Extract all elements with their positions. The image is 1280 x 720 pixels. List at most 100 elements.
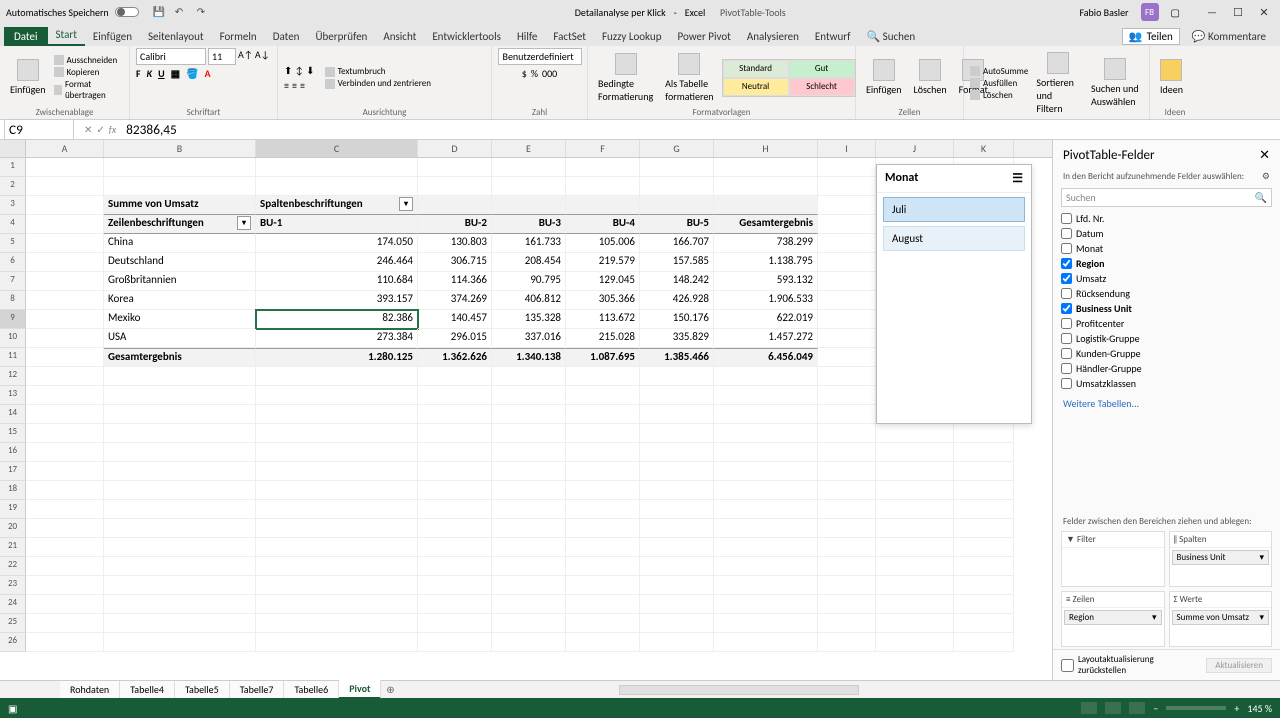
cell[interactable] <box>256 443 418 462</box>
field-checkbox[interactable] <box>1061 228 1072 239</box>
cell[interactable] <box>818 158 876 177</box>
cell[interactable]: 129.045 <box>566 272 640 291</box>
fields-close-icon[interactable]: ✕ <box>1259 148 1270 163</box>
cell[interactable] <box>714 519 818 538</box>
insert-cells-button[interactable]: Einfügen <box>862 57 906 98</box>
cell[interactable] <box>256 519 418 538</box>
cell[interactable] <box>640 367 714 386</box>
row-header[interactable]: 17 <box>0 462 26 481</box>
cell[interactable]: 1.087.695 <box>566 348 640 367</box>
cell[interactable]: BU-1 <box>256 215 418 234</box>
increase-font-icon[interactable]: A↑ <box>238 48 253 65</box>
tab-formeln[interactable]: Formeln <box>212 27 265 46</box>
cell[interactable] <box>26 348 104 367</box>
cell[interactable] <box>640 424 714 443</box>
cell[interactable]: 1.138.795 <box>714 253 818 272</box>
cell[interactable] <box>818 633 876 652</box>
sort-filter-button[interactable]: Sortieren und Filtern <box>1032 50 1083 117</box>
cell[interactable] <box>566 614 640 633</box>
area-values[interactable]: Σ WerteSumme von Umsatz▾ <box>1169 591 1273 647</box>
cell[interactable] <box>640 500 714 519</box>
field-item[interactable]: Umsatzklassen <box>1061 376 1272 391</box>
cell[interactable] <box>566 196 640 215</box>
tab-factset[interactable]: FactSet <box>545 27 594 46</box>
cell[interactable] <box>256 481 418 500</box>
cell[interactable] <box>256 424 418 443</box>
cell[interactable] <box>714 633 818 652</box>
cell[interactable] <box>256 462 418 481</box>
tab-entwurf[interactable]: Entwurf <box>807 27 859 46</box>
row-header[interactable]: 2 <box>0 177 26 196</box>
cell[interactable] <box>954 538 1014 557</box>
align-bot-icon[interactable]: ⬇ <box>306 64 314 77</box>
select-all-corner[interactable] <box>0 140 26 157</box>
cell[interactable] <box>418 633 492 652</box>
cell[interactable] <box>640 386 714 405</box>
share-button[interactable]: 👥 Teilen <box>1122 28 1180 45</box>
cell[interactable]: 246.464 <box>256 253 418 272</box>
cell[interactable] <box>876 443 954 462</box>
cell[interactable] <box>714 386 818 405</box>
row-header[interactable]: 7 <box>0 272 26 291</box>
format-table-button[interactable]: Als Tabelle formatieren <box>661 51 717 105</box>
cell[interactable] <box>714 538 818 557</box>
cell[interactable] <box>818 348 876 367</box>
cell[interactable] <box>418 614 492 633</box>
cell[interactable] <box>104 424 256 443</box>
cell[interactable] <box>818 177 876 196</box>
cell[interactable] <box>566 633 640 652</box>
cell[interactable] <box>26 576 104 595</box>
cell[interactable] <box>26 177 104 196</box>
italic-button[interactable]: K <box>147 67 152 80</box>
field-item[interactable]: Region <box>1061 256 1272 271</box>
horizontal-scrollbar[interactable] <box>619 685 859 695</box>
cell[interactable] <box>104 538 256 557</box>
cell[interactable] <box>418 576 492 595</box>
cell[interactable] <box>104 481 256 500</box>
delete-cells-button[interactable]: Löschen <box>910 57 951 98</box>
cell[interactable] <box>818 538 876 557</box>
cell[interactable]: BU-2 <box>418 215 492 234</box>
zoom-slider[interactable] <box>1166 706 1226 710</box>
row-header[interactable]: 4 <box>0 215 26 234</box>
cond-format-button[interactable]: Bedingte Formatierung <box>594 51 657 105</box>
cell[interactable]: 296.015 <box>418 329 492 348</box>
wrap-text-button[interactable]: Textumbruch <box>325 66 431 77</box>
row-header[interactable]: 19 <box>0 500 26 519</box>
fields-gear-icon[interactable]: ⚙ <box>1262 171 1270 182</box>
cell[interactable] <box>714 367 818 386</box>
cell[interactable] <box>714 196 818 215</box>
fill-color-icon[interactable]: 🪣 <box>186 67 198 80</box>
cell[interactable] <box>876 614 954 633</box>
cell[interactable]: BU-5 <box>640 215 714 234</box>
area-columns[interactable]: ‖ SpaltenBusiness Unit▾ <box>1169 531 1273 587</box>
cell[interactable]: 150.176 <box>640 310 714 329</box>
row-header[interactable]: 14 <box>0 405 26 424</box>
cell[interactable]: Summe von Umsatz <box>104 196 256 215</box>
cell[interactable] <box>418 443 492 462</box>
field-item[interactable]: Lfd. Nr. <box>1061 211 1272 226</box>
cell[interactable] <box>714 405 818 424</box>
cell[interactable] <box>26 215 104 234</box>
cell[interactable] <box>418 500 492 519</box>
maximize-button[interactable]: ☐ <box>1228 5 1248 19</box>
cut-button[interactable]: Ausschneiden <box>54 55 123 66</box>
field-item[interactable]: Händler-Gruppe <box>1061 361 1272 376</box>
sheet-tab-active[interactable]: Pivot <box>339 680 381 699</box>
cell[interactable] <box>256 595 418 614</box>
cell[interactable]: 406.812 <box>492 291 566 310</box>
row-header[interactable]: 10 <box>0 329 26 348</box>
cell[interactable]: 113.672 <box>566 310 640 329</box>
slicer-item-august[interactable]: August <box>883 226 1025 251</box>
cell[interactable] <box>492 614 566 633</box>
cell[interactable] <box>640 177 714 196</box>
cell[interactable] <box>566 386 640 405</box>
cell[interactable] <box>418 386 492 405</box>
align-left-icon[interactable]: ≡ <box>284 79 289 92</box>
cell[interactable]: 208.454 <box>492 253 566 272</box>
zoom-in-icon[interactable]: + <box>1234 702 1239 715</box>
comma-icon[interactable]: 000 <box>542 67 557 80</box>
cell[interactable] <box>714 443 818 462</box>
cell[interactable]: 1.457.272 <box>714 329 818 348</box>
cell[interactable]: 219.579 <box>566 253 640 272</box>
